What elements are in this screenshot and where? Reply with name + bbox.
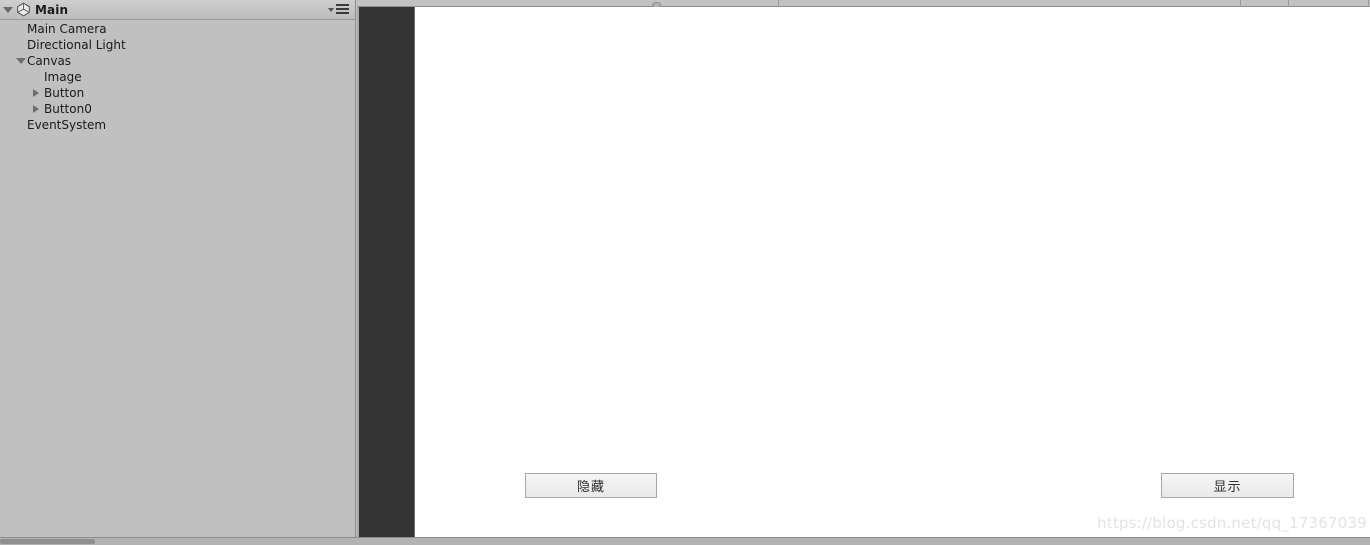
game-view: 隐藏 显示 https://blog.csdn.net/qq_17367039 xyxy=(415,7,1370,537)
chevron-down-icon[interactable] xyxy=(16,58,26,64)
scene-collapse-triangle-icon[interactable] xyxy=(3,6,13,13)
hierarchy-item-image[interactable]: Image xyxy=(0,69,355,85)
hierarchy-item-directional-light[interactable]: Directional Light xyxy=(0,37,355,53)
hierarchy-panel: Main Main Camera Directional Light Canvas I… xyxy=(0,0,357,545)
hierarchy-item-label: Button0 xyxy=(44,102,92,116)
watermark-text: https://blog.csdn.net/qq_17367039 xyxy=(1097,514,1367,532)
unity-scene-icon xyxy=(17,2,30,17)
hierarchy-item-label: Directional Light xyxy=(27,38,126,52)
hierarchy-item-button[interactable]: Button xyxy=(0,85,355,101)
top-toolbar-strip xyxy=(150,0,1370,8)
scene-dark-gutter xyxy=(359,7,415,537)
hierarchy-item-canvas[interactable]: Canvas xyxy=(0,53,355,69)
hierarchy-options-button[interactable] xyxy=(328,4,349,14)
hierarchy-header: Main xyxy=(0,0,355,20)
unity-editor-window: Main Main Camera Directional Light Canvas I… xyxy=(0,0,1370,545)
chevron-right-icon[interactable] xyxy=(33,105,39,113)
hierarchy-item-label: Main Camera xyxy=(27,22,107,36)
hide-button[interactable]: 隐藏 xyxy=(525,473,657,498)
horizontal-scrollbar-thumb[interactable] xyxy=(0,539,95,544)
hierarchy-item-label: Canvas xyxy=(27,54,72,68)
hierarchy-item-eventsystem[interactable]: EventSystem xyxy=(0,117,355,133)
toolbar-tab-separator xyxy=(1288,0,1289,7)
bottom-scrollbar-track[interactable] xyxy=(0,538,1370,545)
hierarchy-tree: Main Camera Directional Light Canvas Image B… xyxy=(0,21,355,133)
hierarchy-item-label: EventSystem xyxy=(27,118,107,132)
hierarchy-panel-body: Main Main Camera Directional Light Canvas I… xyxy=(0,0,356,538)
hierarchy-item-label: Button xyxy=(44,86,85,100)
hierarchy-scene-title: Main xyxy=(35,2,69,17)
hamburger-menu-icon xyxy=(336,4,349,14)
toolbar-tab-separator xyxy=(1368,0,1369,7)
toolbar-tab-separator xyxy=(778,0,779,7)
show-button[interactable]: 显示 xyxy=(1161,473,1294,498)
chevron-down-icon xyxy=(328,8,334,12)
hierarchy-item-main-camera[interactable]: Main Camera xyxy=(0,21,355,37)
chevron-right-icon[interactable] xyxy=(33,89,39,97)
hierarchy-item-label: Image xyxy=(44,70,82,84)
toolbar-tab-separator xyxy=(1240,0,1241,7)
hierarchy-item-button0[interactable]: Button0 xyxy=(0,101,355,117)
